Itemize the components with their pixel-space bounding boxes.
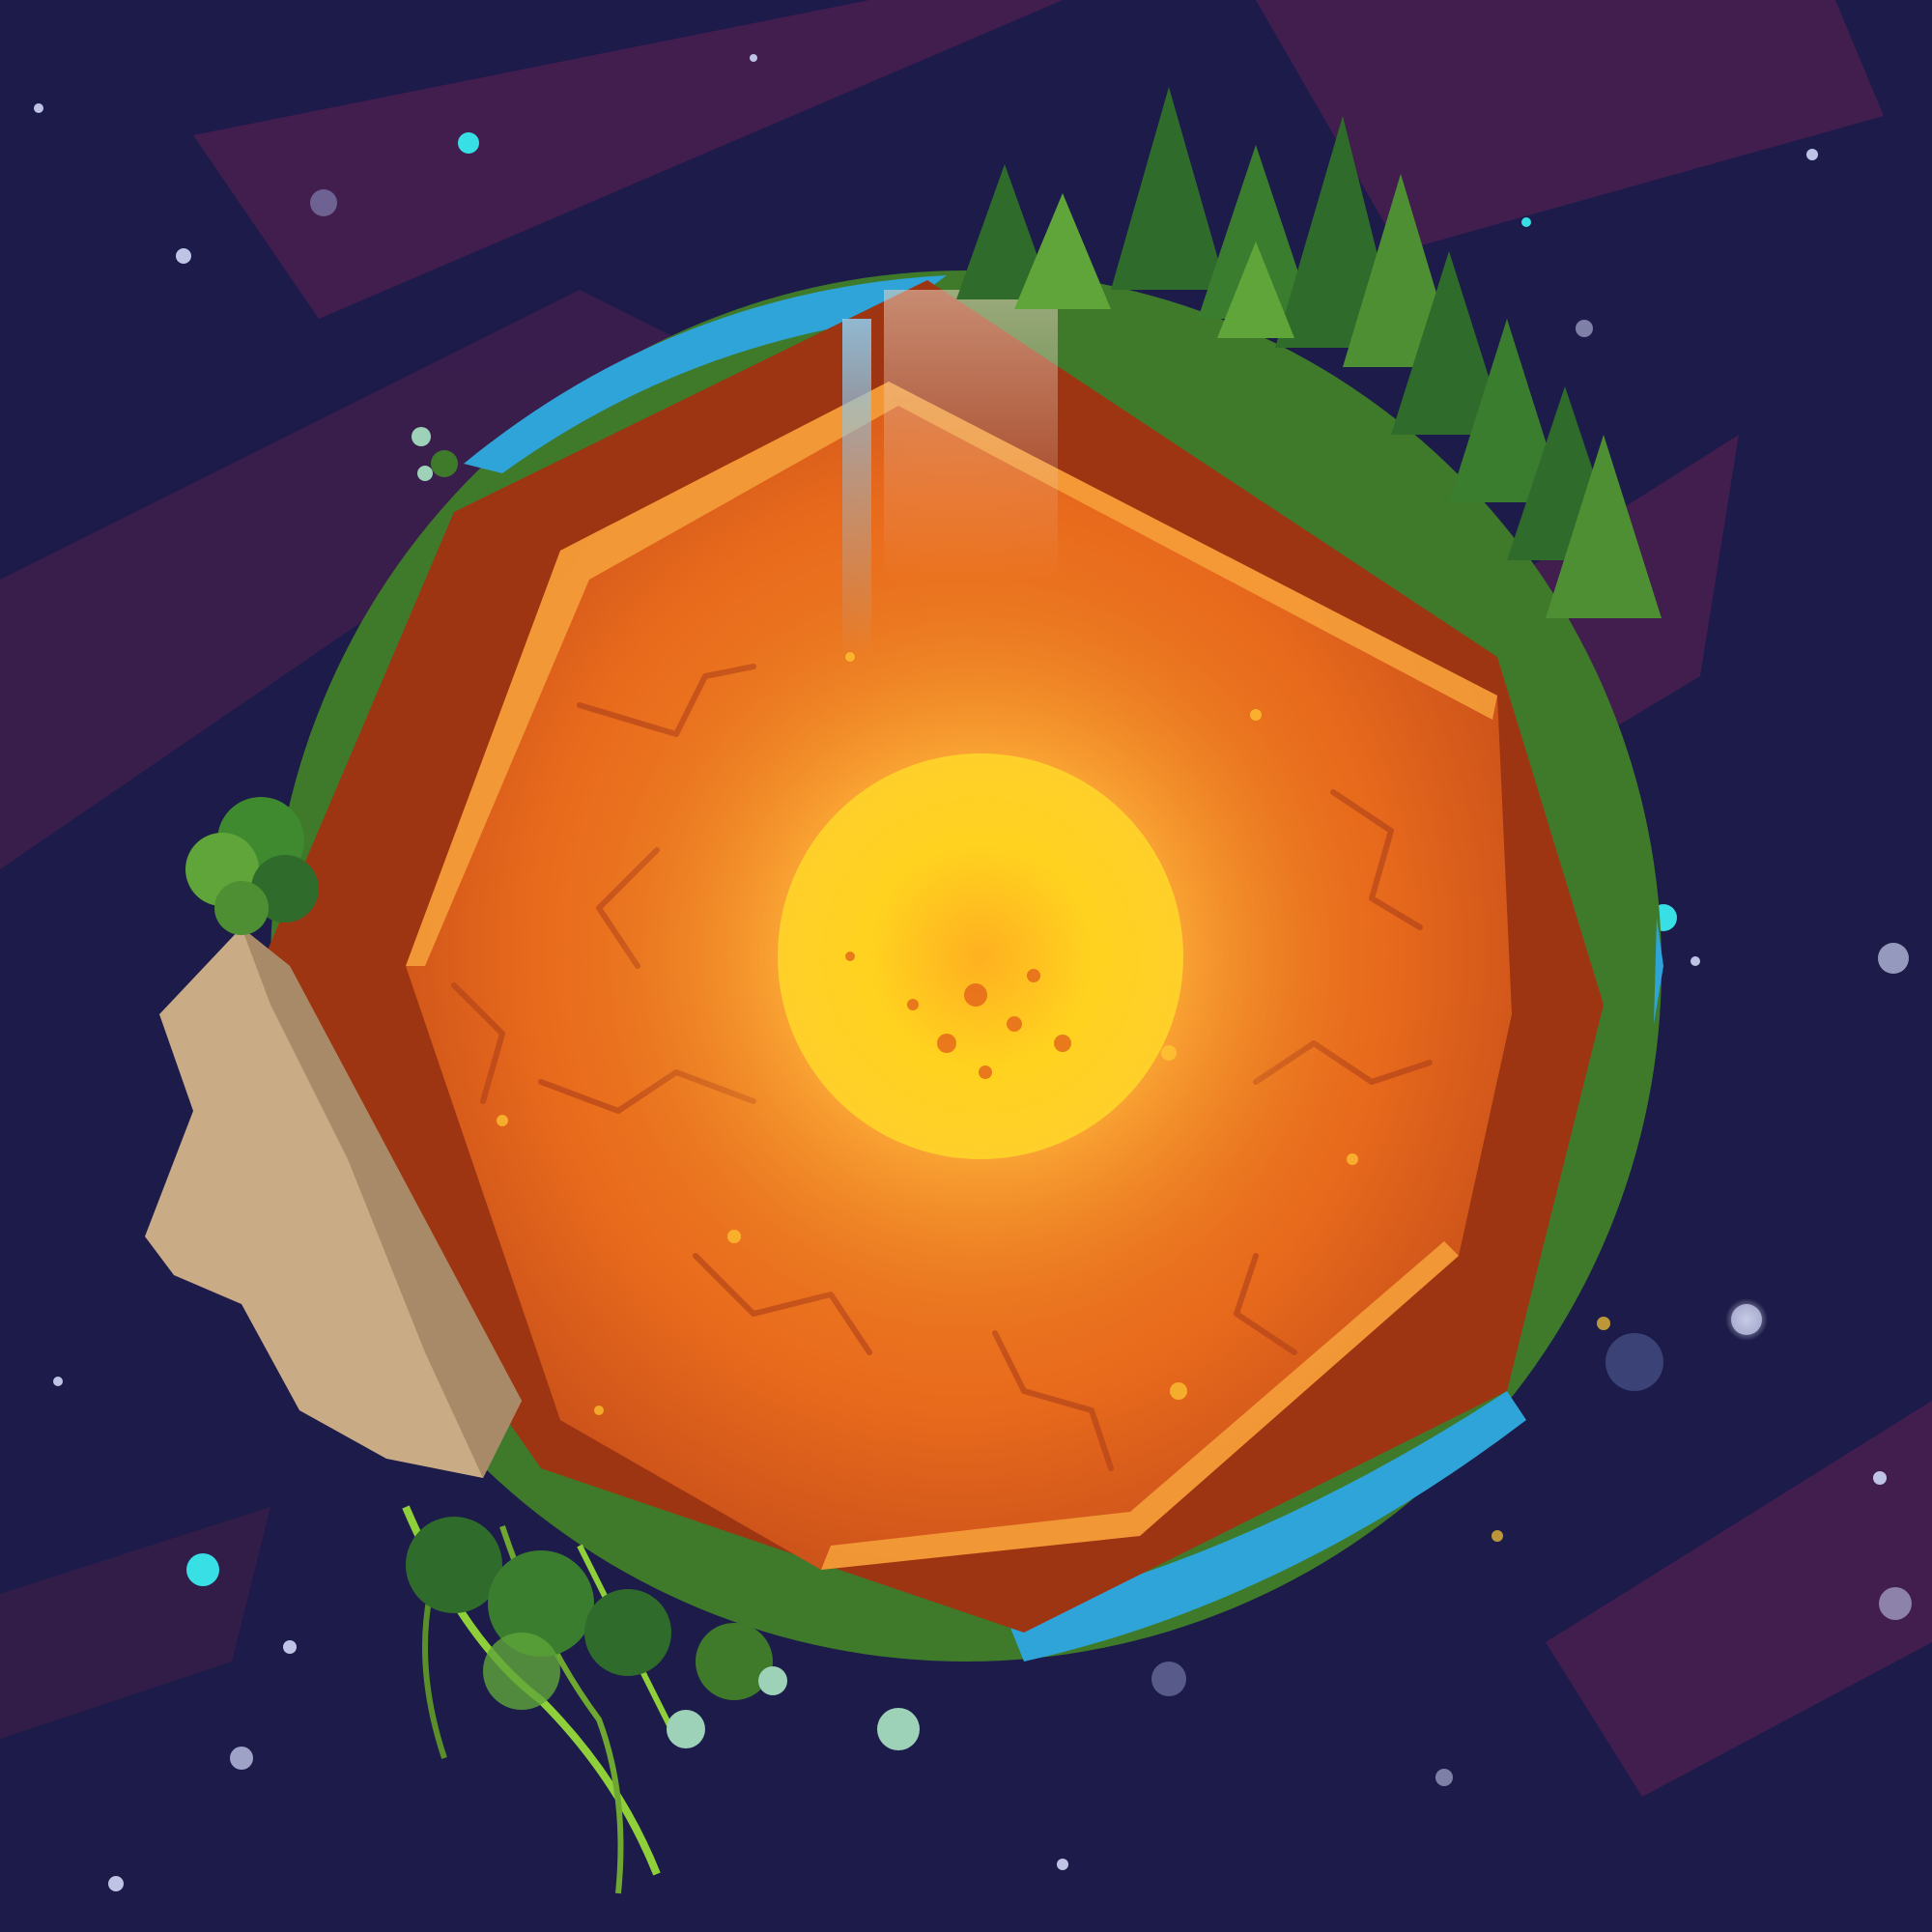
inner-core bbox=[778, 753, 1183, 1159]
earth-cross-section-artwork bbox=[0, 0, 1932, 1932]
waterfall bbox=[842, 319, 871, 657]
illustration-scene bbox=[0, 0, 1932, 1932]
waterfall-mist bbox=[884, 290, 1058, 580]
